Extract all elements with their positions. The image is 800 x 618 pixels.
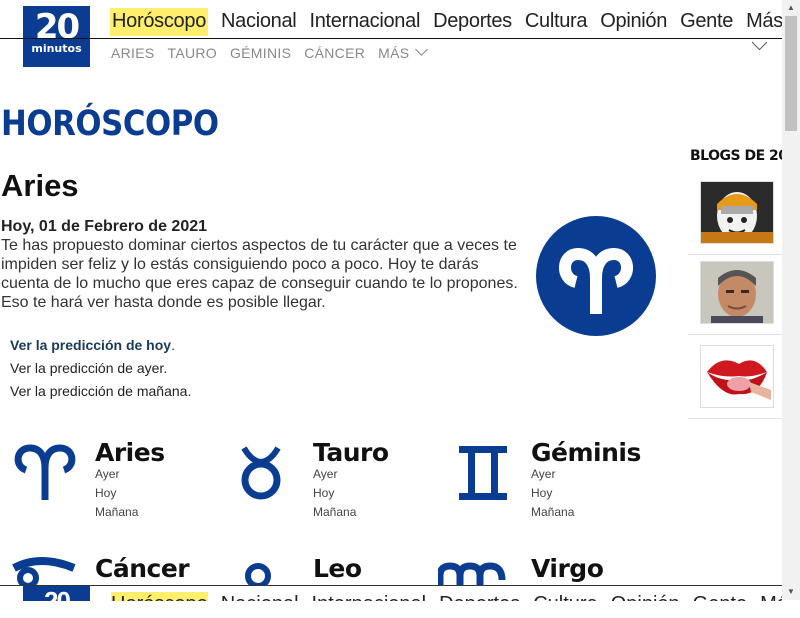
subnav-mas[interactable]: MÁS <box>378 43 429 62</box>
aries-icon <box>536 216 656 336</box>
link-ayer[interactable]: Ayer <box>95 467 119 481</box>
sticky-header: 20 Horóscopo Nacional Internacional Depo… <box>0 585 782 601</box>
sign-name[interactable]: Leo <box>313 554 362 583</box>
link-yesterday[interactable]: Ver la predicción de ayer. <box>10 357 191 380</box>
scroll-thumb[interactable] <box>785 16 797 131</box>
main-nav: Horóscopo Nacional Internacional Deporte… <box>110 8 800 51</box>
link-today-suffix: . <box>171 337 175 353</box>
blog-thumbnail[interactable] <box>700 261 774 324</box>
sub-nav: ARIES TAURO GÉMINIS CÁNCER MÁS <box>111 43 439 62</box>
prediction-date: Hoy, 01 de Febrero de 2021 <box>1 218 208 235</box>
gemini-icon <box>459 446 507 500</box>
nav-nacional[interactable]: Nacional <box>221 8 297 36</box>
link-manana[interactable]: Mañana <box>313 505 356 519</box>
link-ayer[interactable]: Ayer <box>531 467 555 481</box>
blog-item[interactable] <box>688 176 782 255</box>
subnav-tauro[interactable]: TAURO <box>168 44 217 62</box>
link-manana[interactable]: Mañana <box>531 505 574 519</box>
chevron-down-icon <box>415 43 429 56</box>
sign-card-tauro[interactable]: Tauro Ayer Hoy Mañana <box>238 438 448 528</box>
sign-card-aries[interactable]: Aries Ayer Hoy Mañana <box>10 438 230 528</box>
logo-text: minutos <box>31 42 82 55</box>
blog-thumbnail[interactable] <box>700 345 774 408</box>
sign-name[interactable]: Virgo <box>531 554 604 583</box>
sign-name[interactable]: Cáncer <box>95 554 190 583</box>
sign-card-geminis[interactable]: Géminis Ayer Hoy Mañana <box>457 438 677 528</box>
nav-gente[interactable]: Gente <box>680 8 733 36</box>
blog-item[interactable] <box>688 340 782 419</box>
scroll-down-arrow-icon[interactable]: ▼ <box>782 584 800 600</box>
link-hoy[interactable]: Hoy <box>313 486 334 500</box>
link-today-label: Ver la predicción de hoy <box>10 337 172 353</box>
nav-deportes[interactable]: Deportes <box>433 8 512 36</box>
blog-thumbnail[interactable] <box>700 181 774 244</box>
aries-icon <box>14 444 76 500</box>
link-tomorrow[interactable]: Ver la predicción de mañana. <box>10 380 191 403</box>
vertical-scrollbar[interactable]: ▲ ▼ <box>782 0 800 600</box>
subnav-geminis[interactable]: GÉMINIS <box>230 44 291 62</box>
blogs-title: BLOGS DE 20MINUTOS <box>690 148 782 164</box>
nav-cultura[interactable]: Cultura <box>525 8 588 36</box>
sticky-logo[interactable]: 20 <box>23 586 90 601</box>
nav-internacional[interactable]: Internacional <box>309 8 420 36</box>
sign-title: Aries <box>1 168 79 203</box>
scroll-up-arrow-icon[interactable]: ▲ <box>782 0 800 16</box>
link-ayer[interactable]: Ayer <box>313 467 337 481</box>
site-logo[interactable]: 20 minutos <box>23 6 90 67</box>
link-today[interactable]: Ver la predicción de hoy. <box>10 334 191 357</box>
sign-name[interactable]: Aries <box>95 438 165 467</box>
subnav-mas-label: MÁS <box>378 45 410 61</box>
logo-number: 20 <box>34 7 80 47</box>
page-title: HORÓSCOPO <box>1 104 219 144</box>
prediction-links: Ver la predicción de hoy. Ver la predicc… <box>10 334 191 403</box>
subnav-aries[interactable]: ARIES <box>111 44 155 62</box>
nav-opinion[interactable]: Opinión <box>600 8 667 36</box>
link-hoy[interactable]: Hoy <box>95 486 116 500</box>
subnav-cancer[interactable]: CÁNCER <box>304 44 365 62</box>
nav-horoscopo[interactable]: Horóscopo <box>110 8 209 36</box>
sign-name[interactable]: Géminis <box>531 438 641 467</box>
nav-mas-label: Más <box>746 10 783 32</box>
link-manana[interactable]: Mañana <box>95 505 138 519</box>
link-hoy[interactable]: Hoy <box>531 486 552 500</box>
prediction-text: Te has propuesto dominar ciertos aspecto… <box>1 237 518 311</box>
blog-item[interactable] <box>688 256 782 335</box>
sign-name[interactable]: Tauro <box>313 438 389 467</box>
taurus-icon <box>241 446 281 500</box>
nav-mas[interactable]: Más <box>746 8 787 51</box>
header-divider <box>0 38 782 39</box>
